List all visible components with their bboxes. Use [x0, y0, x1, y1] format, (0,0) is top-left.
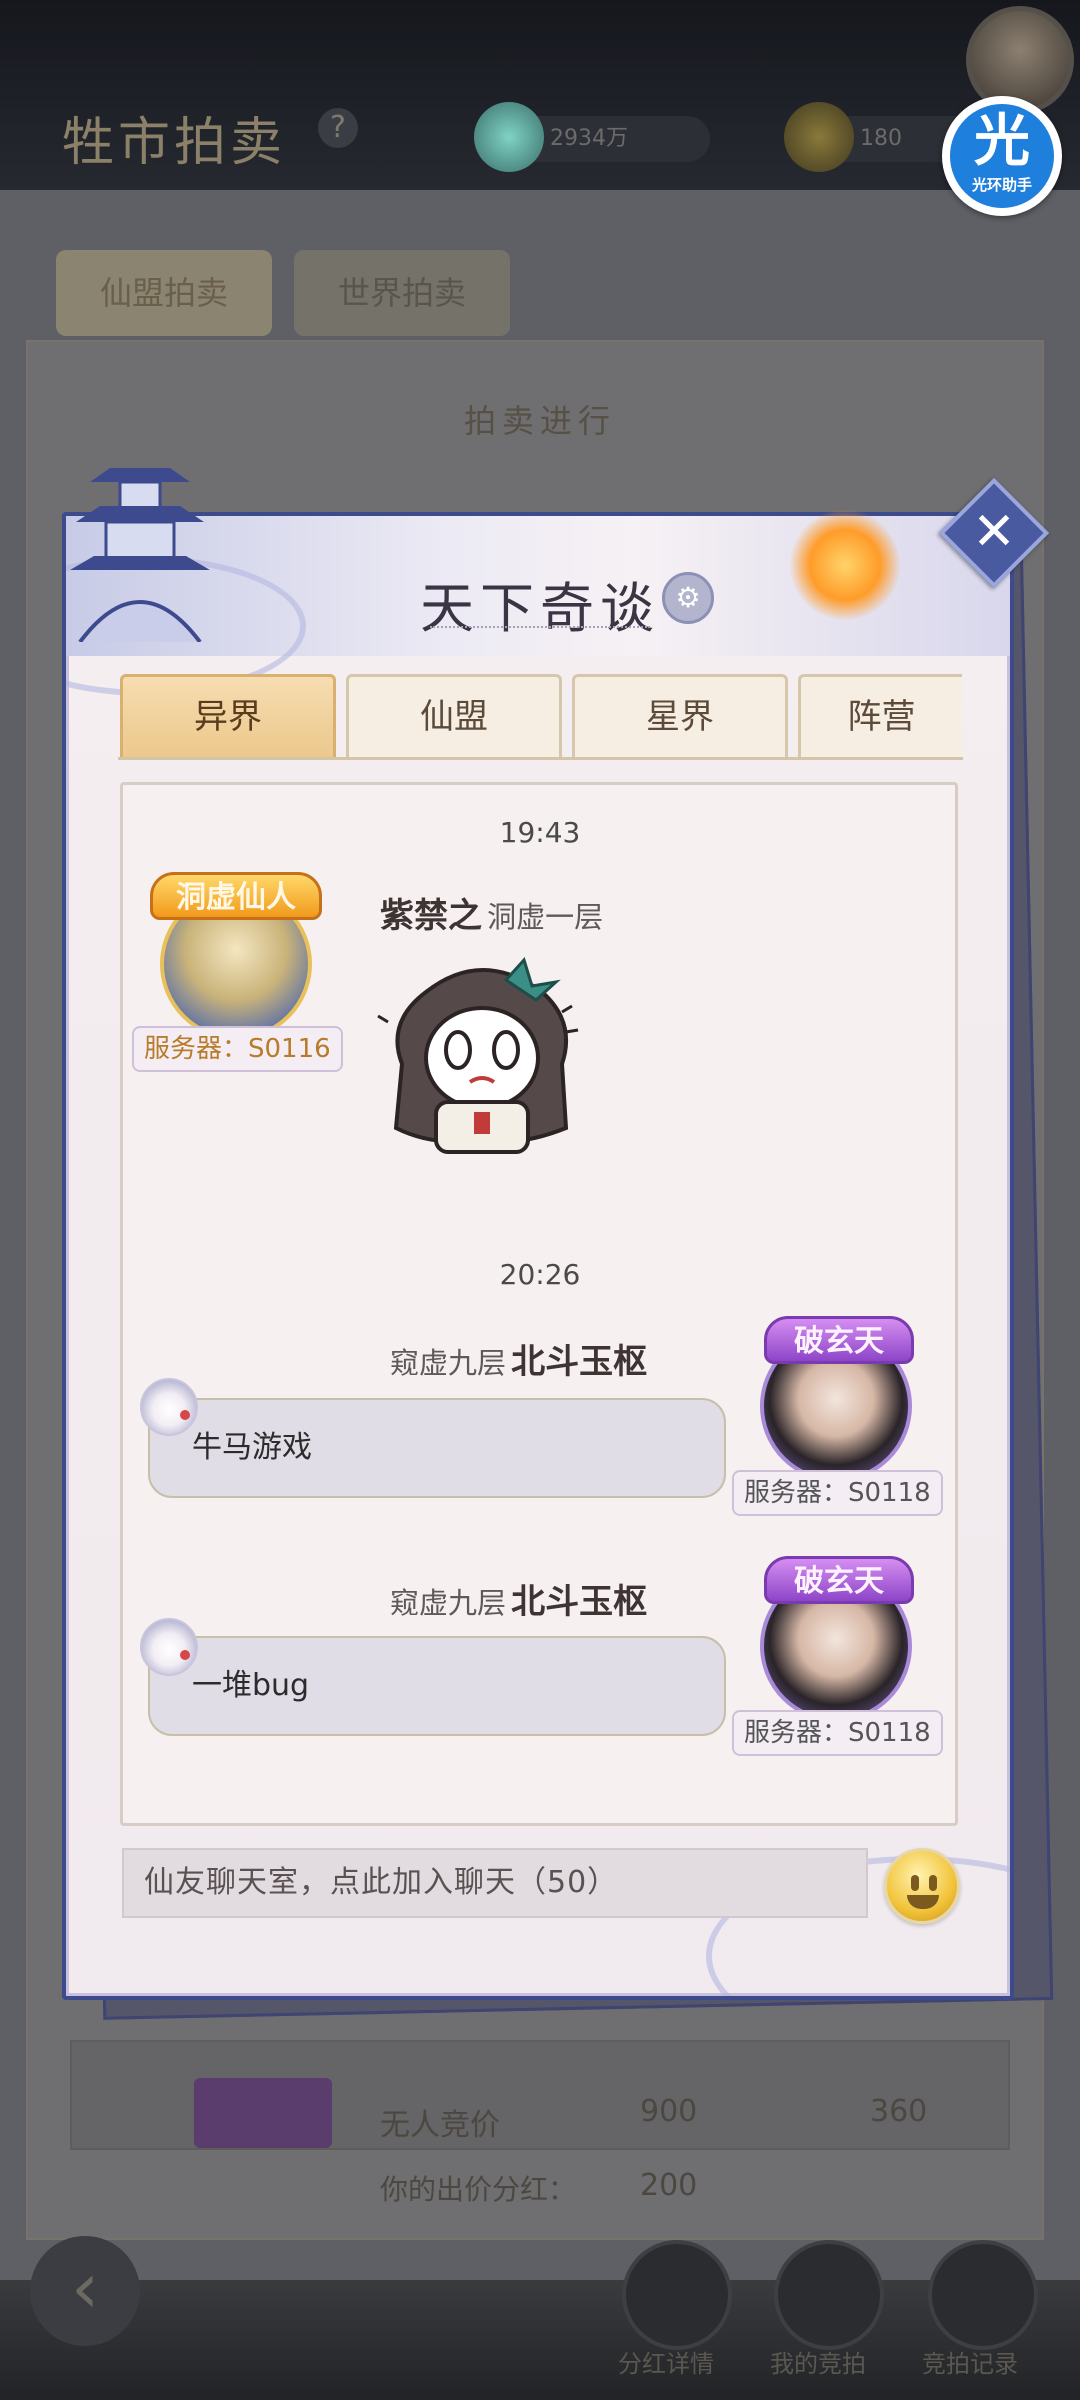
sticker-image[interactable] — [366, 952, 598, 1160]
close-icon[interactable]: ✕ — [955, 494, 1033, 572]
back-arrow-icon: ‹ — [30, 2236, 140, 2346]
message-timestamp: 19:43 — [499, 816, 581, 849]
mini-avatar-icon — [140, 1618, 198, 1676]
sender-name-line: 窥虚九层 北斗玉枢 — [390, 1334, 647, 1383]
bg-bottom-label-2: 我的竞拍 — [770, 2350, 866, 2378]
rank-crest: 破玄天 — [764, 1316, 914, 1364]
bg-tab-guild-auction: 仙盟拍卖 — [56, 250, 272, 336]
chat-bubble[interactable]: 牛马游戏 — [148, 1398, 726, 1498]
tab-rail — [118, 757, 963, 760]
bg-tab-world-auction: 世界拍卖 — [294, 250, 510, 336]
sender-name-line: 窥虚九层 北斗玉枢 — [390, 1574, 647, 1623]
sender-name: 紫禁之 — [380, 896, 482, 936]
mini-avatar-icon — [140, 1378, 198, 1436]
settings-gear-icon[interactable]: ⚙ — [662, 572, 714, 624]
bg-panel-title: 拍卖进行 — [463, 402, 616, 440]
currency-gold-value: 180 — [860, 126, 902, 151]
auction-title: 牲市拍卖 — [62, 113, 287, 173]
jade-icon — [474, 102, 544, 172]
bg-item-status: 无人竞价 — [380, 2108, 500, 2143]
background-footer — [0, 2280, 1080, 2400]
rank-crest: 洞虚仙人 — [150, 872, 322, 920]
server-tag: 服务器：S0118 — [732, 1710, 943, 1756]
tab-yijie[interactable]: 异界 — [120, 674, 336, 760]
help-icon: ? — [318, 108, 358, 148]
sender-rank: 洞虚一层 — [487, 900, 604, 934]
tab-zhenying[interactable]: 阵营 — [798, 674, 962, 760]
bg-bottom-label-3: 竞拍记录 — [922, 2350, 1018, 2378]
title-underline-decor — [430, 626, 650, 634]
server-tag: 服务器：S0118 — [732, 1470, 943, 1516]
bg-bottom-btn-2 — [774, 2240, 884, 2350]
chat-bubble[interactable]: 一堆bug — [148, 1636, 726, 1736]
chat-join-input[interactable]: 仙友聊天室，点此加入聊天（50） — [122, 1848, 868, 1918]
currency-jade: 2934万 — [474, 102, 710, 172]
emoji-icon[interactable] — [884, 1848, 960, 1924]
sender-name: 北斗玉枢 — [511, 1342, 648, 1382]
rank-crest: 破玄天 — [764, 1556, 914, 1604]
sender-name-line: 紫禁之 洞虚一层 — [380, 888, 603, 937]
bg-bottom-btn-1 — [622, 2240, 732, 2350]
currency-jade-value: 2934万 — [550, 126, 628, 151]
tab-xianmeng[interactable]: 仙盟 — [346, 674, 562, 760]
assistant-badge[interactable]: 光 光环助手 — [942, 96, 1062, 216]
gold-icon — [784, 102, 854, 172]
bg-bottom-btn-3 — [928, 2240, 1038, 2350]
server-tag: 服务器：S0116 — [132, 1026, 343, 1072]
bg-price2: 360 — [870, 2094, 928, 2129]
bg-price1: 900 — [640, 2094, 698, 2129]
assistant-label: 光环助手 — [971, 176, 1032, 194]
sender-name: 北斗玉枢 — [511, 1582, 648, 1622]
assistant-logo-icon: 光 — [974, 109, 1030, 174]
sender-rank: 窥虚九层 — [390, 1586, 507, 1620]
tab-xingjie[interactable]: 星界 — [572, 674, 788, 760]
bg-bottom-label-1: 分红详情 — [618, 2350, 714, 2378]
message-timestamp: 20:26 — [499, 1258, 581, 1291]
sender-rank: 窥虚九层 — [390, 1346, 507, 1380]
bg-bid-value: 200 — [640, 2168, 698, 2203]
bg-auction-item — [194, 2078, 332, 2148]
bg-bid-label: 你的出价分红： — [380, 2173, 577, 2206]
